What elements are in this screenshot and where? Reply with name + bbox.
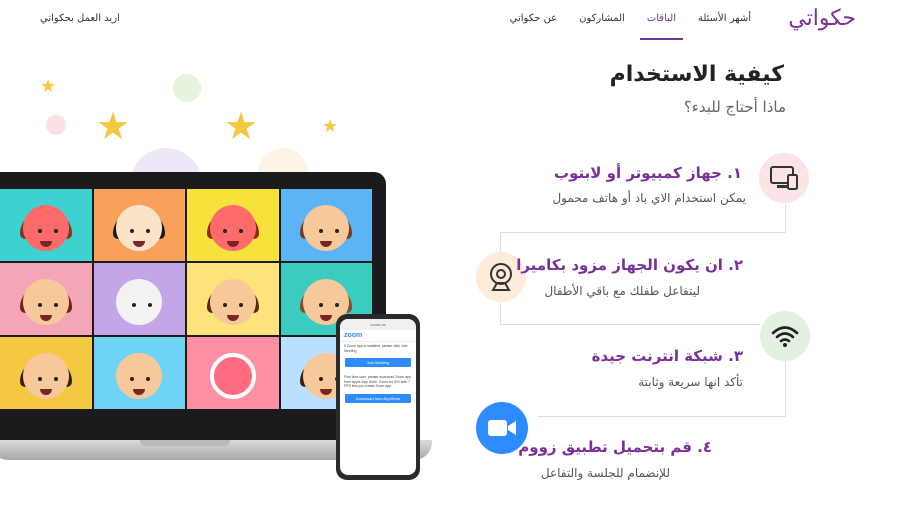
- participant-tile: [280, 189, 372, 261]
- participant-tile: [93, 189, 185, 261]
- step-2-description: ليتفاعل طفلك مع باقي الأطفال: [544, 284, 700, 298]
- nav-link-participants[interactable]: المشاركون: [568, 13, 636, 40]
- star-icon: ★: [40, 76, 57, 97]
- page-subtitle: ماذا أحتاج للبدء؟: [683, 98, 786, 116]
- video-call-grid: [0, 189, 372, 409]
- step-3-icon-circle: [760, 311, 810, 361]
- nav-link-about[interactable]: عن حكواتي: [499, 13, 569, 40]
- step-connector: [500, 232, 786, 233]
- participant-tile: [93, 263, 185, 335]
- step-3-description: تأكد انها سريعة وثابتة: [638, 375, 743, 389]
- zoom-wordmark: zoom: [340, 330, 416, 342]
- nav-link-packages[interactable]: الباقات: [636, 13, 687, 40]
- page-title: كيفية الاستخدام: [609, 62, 784, 87]
- webcam-icon: [490, 263, 512, 291]
- participant-tile: [0, 263, 92, 335]
- phone-illustration: zoom.us zoom If Zoom app is installed, p…: [336, 314, 420, 480]
- phone-intro-text: If Zoom app is installed, please click J…: [344, 344, 408, 353]
- step-connector: [785, 360, 786, 416]
- download-appstore-button[interactable]: Download from AppStore: [345, 393, 411, 403]
- participant-tile: [0, 189, 92, 261]
- wifi-icon: [771, 326, 799, 347]
- step-1-title: ١. جهاز كمبيوتر أو لابتوب: [554, 164, 742, 182]
- participant-tile: [93, 337, 185, 409]
- step-connector: [785, 204, 786, 232]
- top-navbar: حكواتي عن حكواتي المشاركون الباقات أشهر …: [0, 0, 900, 42]
- step-4-title: ٤. قم بتحميل تطبيق زووم: [518, 438, 712, 456]
- laptop-notch: [140, 440, 230, 446]
- decor-circle: [46, 115, 66, 135]
- phone-url-bar: zoom.us: [340, 319, 416, 330]
- nav-links: عن حكواتي المشاركون الباقات أشهر الأسئلة: [499, 13, 762, 40]
- star-icon: ★: [224, 104, 259, 148]
- zoom-camera-icon: [488, 420, 516, 436]
- participant-tile: [187, 263, 279, 335]
- star-icon: ★: [96, 104, 131, 148]
- nav-link-faq[interactable]: أشهر الأسئلة: [687, 13, 762, 40]
- phone-download-text: First time user, please download Zoom ap…: [344, 375, 411, 388]
- step-connector: [538, 416, 786, 417]
- brand-logo[interactable]: حكواتي: [788, 6, 856, 31]
- step-3-title: ٣. شبكة انترنت جيدة: [591, 347, 743, 365]
- step-1-description: يمكن استخدام الاي باد أو هاتف محمول: [552, 191, 746, 205]
- step-1-icon-circle: [759, 153, 809, 203]
- join-meeting-button[interactable]: Join Meeting: [345, 358, 411, 367]
- participant-tile: [187, 337, 279, 409]
- participant-tile: [187, 189, 279, 261]
- step-connector: [500, 324, 760, 325]
- participant-tile: [0, 337, 92, 409]
- decor-circle: [173, 74, 201, 102]
- devices-icon: [770, 166, 798, 190]
- work-with-us-link[interactable]: اريد العمل بحكواتي: [40, 13, 120, 24]
- step-2-title: ٢. ان يكون الجهاز مزود بكاميرا: [516, 256, 743, 274]
- star-icon: ★: [322, 116, 339, 137]
- phone-screen: zoom.us zoom If Zoom app is installed, p…: [340, 319, 416, 475]
- step-4-description: للإنضمام للجلسة والتفاعل: [540, 466, 670, 480]
